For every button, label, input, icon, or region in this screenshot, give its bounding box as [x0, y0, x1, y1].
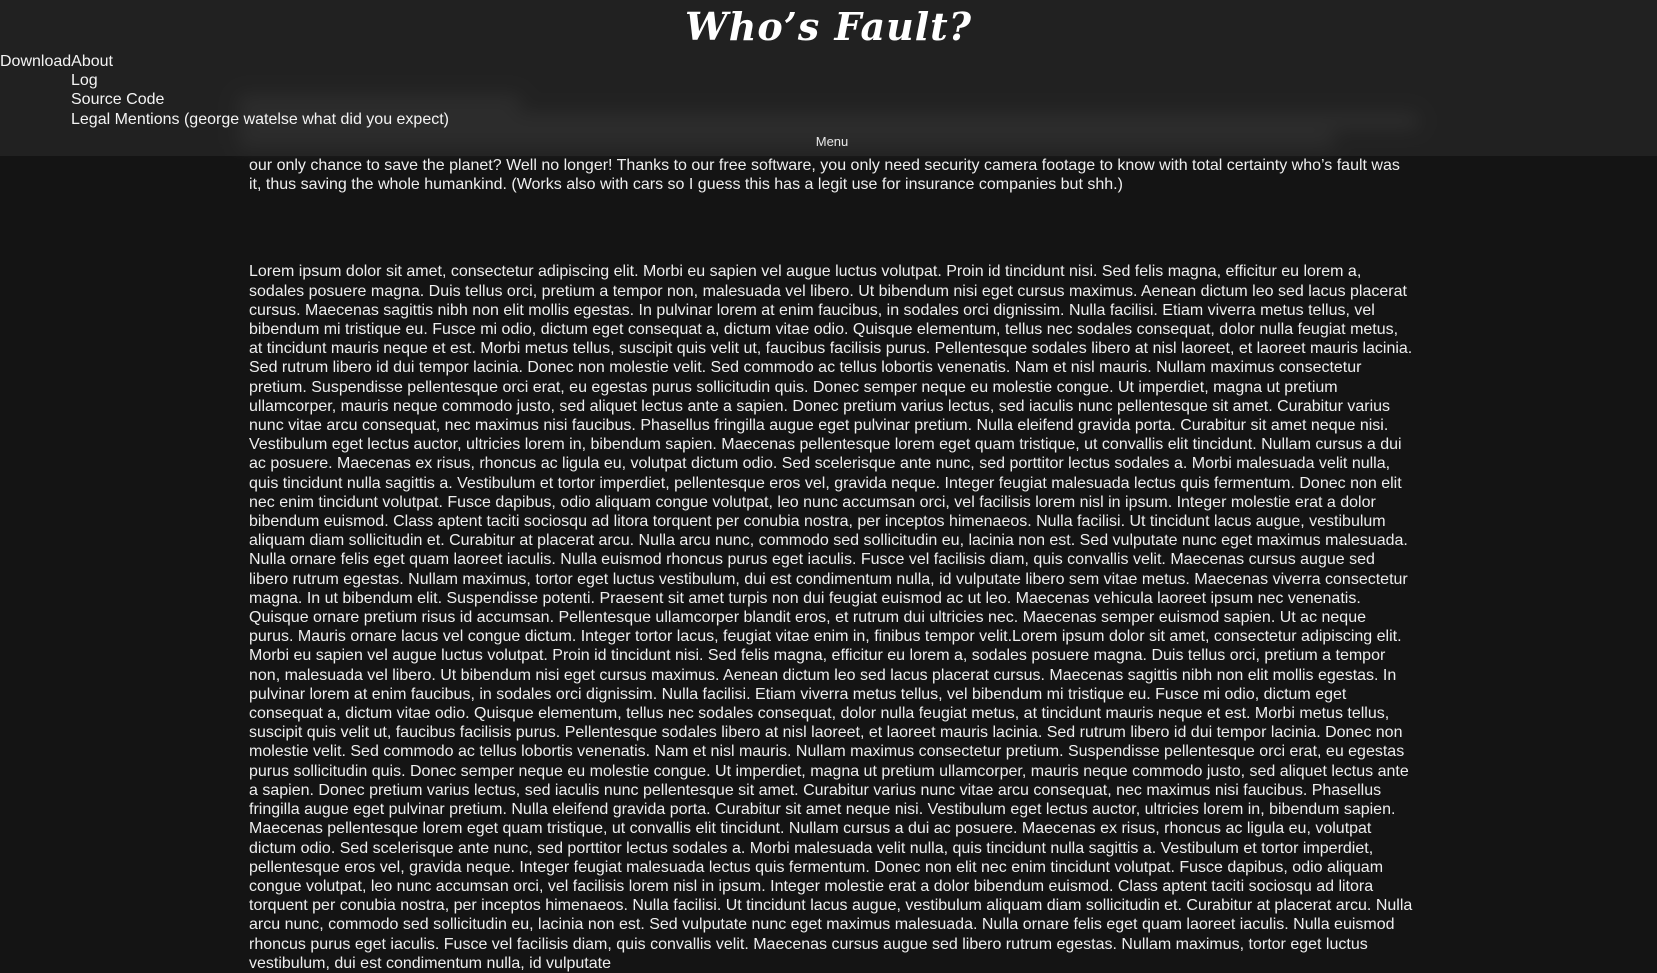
main-nav: Download About Log Source Code Legal Men…	[0, 52, 449, 128]
submenu-item-source-code: Source Code	[71, 90, 449, 109]
site-title: Who’s Fault?	[685, 4, 972, 49]
menu-toggle-button[interactable]: Menu	[0, 134, 1657, 149]
main-content: our only chance to save the planet? Well…	[249, 70, 1413, 973]
nav-legal-mentions-link[interactable]: Legal Mentions (george watelse what did …	[71, 111, 449, 128]
nav-download-link[interactable]: Download	[0, 52, 71, 71]
nav-log-link[interactable]: Log	[71, 72, 98, 89]
about-submenu: Log Source Code Legal Mentions (george w…	[71, 71, 449, 129]
intro-paragraph: our only chance to save the planet? Well…	[249, 157, 1400, 194]
submenu-item-legal: Legal Mentions (george watelse what did …	[71, 110, 449, 129]
nav-row: Download About	[0, 52, 113, 71]
nav-source-code-link[interactable]: Source Code	[71, 91, 164, 108]
nav-about-link[interactable]: About	[71, 52, 113, 71]
lorem-paragraph: Lorem ipsum dolor sit amet, consectetur …	[249, 263, 1413, 972]
site-header: Who’s Fault? Download About Log Source C…	[0, 0, 1657, 156]
submenu-item-log: Log	[71, 71, 449, 90]
